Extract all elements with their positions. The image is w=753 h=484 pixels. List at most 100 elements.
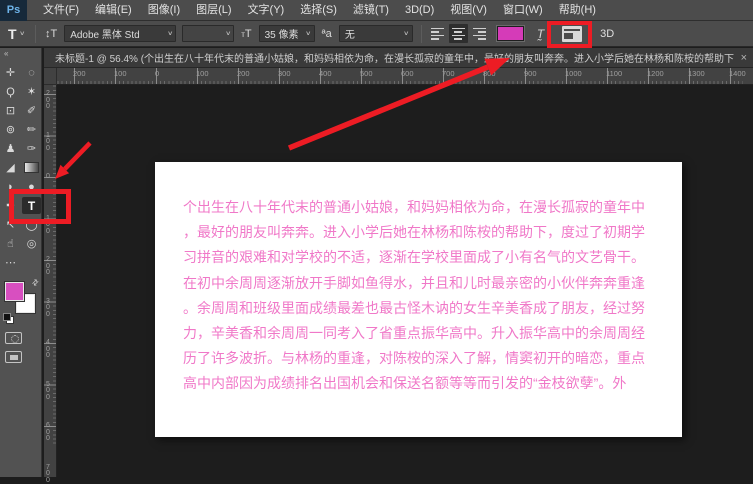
anti-alias-value: 无 (345, 26, 402, 41)
tool-pen[interactable]: ✒ (1, 197, 20, 214)
align-right-button[interactable] (470, 24, 489, 43)
tool-marquee[interactable]: ◌ (22, 64, 41, 81)
menubar-item-7[interactable]: 滤镜(T) (345, 0, 397, 21)
options-bar: T ∨ ↕T Adobe 黑体 Std ∨ ∨ тT 35 像素 ∨ ªa 无 … (0, 21, 753, 47)
foreground-color-swatch[interactable] (5, 282, 24, 301)
h-ruler-label: 100 (114, 69, 127, 78)
h-ruler-label: 1300 (688, 69, 705, 78)
font-size-icon: тT (241, 28, 251, 40)
font-size-value: 35 像素 (265, 26, 304, 41)
menubar-item-2[interactable]: 编辑(E) (87, 0, 140, 21)
menubar-item-5[interactable]: 文字(Y) (240, 0, 293, 21)
h-ruler-label: 300 (278, 69, 291, 78)
tool-crop[interactable]: ⊡ (1, 102, 20, 119)
tool-eraser[interactable]: ◢ (1, 159, 20, 176)
h-ruler-label: 500 (360, 69, 373, 78)
tool-dodge[interactable]: ● (22, 178, 41, 195)
tools-panel: « ✛◌Ϙ✶⊡✐⊚✏♟✑◢ ◗●✒T↖◯☝◎⋯ ⇄ (0, 48, 42, 477)
text-color-swatch[interactable] (497, 26, 524, 41)
tool-pencil[interactable]: ✏ (22, 121, 41, 138)
align-left-button[interactable] (428, 24, 447, 43)
type-tool-preset[interactable]: T ∨ (8, 26, 24, 42)
toolbar-bottom (0, 322, 41, 363)
h-ruler-label: 200 (73, 69, 86, 78)
close-tab-icon[interactable]: × (735, 52, 753, 64)
canvas-document[interactable]: 个出生在八十年代末的普通小姑娘，和妈妈相依为命，在漫长孤寂的童年中 ，最好的朋友… (155, 162, 682, 437)
menubar-item-1[interactable]: 文件(F) (35, 0, 87, 21)
3d-label: 3D (600, 28, 614, 40)
canvas-pasteboard[interactable]: 个出生在八十年代末的普通小姑娘，和妈妈相依为命，在漫长孤寂的童年中 ，最好的朋友… (58, 86, 753, 477)
v-ruler-label: 200 (46, 91, 53, 111)
v-ruler-label: 500 (46, 382, 53, 402)
h-ruler-label: 900 (524, 69, 537, 78)
h-ruler-label: 1100 (606, 69, 622, 78)
v-ruler-label: 400 (46, 340, 53, 360)
tool-spot-healing[interactable]: ⊚ (1, 121, 20, 138)
v-ruler-label: 200 (46, 257, 53, 277)
tool-hand[interactable]: ☝ (1, 235, 20, 252)
h-ruler-label: 400 (319, 69, 332, 78)
tool-magic-wand[interactable]: ✶ (22, 83, 41, 100)
menubar-item-11[interactable]: 帮助(H) (551, 0, 604, 21)
tool-shape-ellipse[interactable]: ◯ (22, 216, 41, 233)
warp-text-icon[interactable]: T̰ (537, 27, 544, 41)
v-ruler-label: 100 (46, 216, 53, 236)
tool-lasso[interactable]: Ϙ (1, 83, 20, 100)
toggle-character-paragraph-panels-icon[interactable] (562, 26, 582, 42)
tool-path-selection[interactable]: ↖ (1, 216, 20, 233)
h-ruler-label: 1200 (647, 69, 664, 78)
align-center-button[interactable] (449, 24, 468, 43)
tool-history-brush[interactable]: ✑ (22, 140, 41, 157)
tool-type[interactable]: T (22, 197, 41, 214)
font-size-select[interactable]: 35 像素 ∨ (259, 25, 315, 42)
photoshop-window: { "app": { "logo": "Ps", "menus": ["文件(F… (0, 0, 753, 477)
tool-eyedropper[interactable]: ✐ (22, 102, 41, 119)
text-layer[interactable]: 个出生在八十年代末的普通小姑娘，和妈妈相依为命，在漫长孤寂的童年中 ，最好的朋友… (183, 195, 660, 397)
divider (421, 25, 422, 43)
v-ruler-label: 300 (46, 299, 53, 319)
horizontal-ruler: 2001000100200300400500600700800900100011… (44, 68, 753, 85)
menubar-item-9[interactable]: 视图(V) (442, 0, 495, 21)
font-family-value: Adobe 黑体 Std (70, 26, 165, 41)
menu-bar: Ps 文件(F)编辑(E)图像(I)图层(L)文字(Y)选择(S)滤镜(T)3D… (0, 0, 753, 21)
tool-grid: ✛◌Ϙ✶⊡✐⊚✏♟✑◢ ◗●✒T↖◯☝◎⋯ (0, 58, 41, 272)
menubar-item-3[interactable]: 图像(I) (140, 0, 188, 21)
v-ruler-label: 0 (46, 174, 53, 181)
collapse-toolbar-icon[interactable]: « (0, 48, 41, 58)
default-colors-icon[interactable] (3, 313, 12, 322)
font-family-select[interactable]: Adobe 黑体 Std ∨ (64, 25, 176, 42)
text-orientation-icon[interactable]: ↕T (45, 28, 57, 40)
color-swatches: ⇄ (3, 280, 39, 322)
vertical-ruler: 2001000100200300400500600700 (44, 85, 57, 477)
h-ruler-label: 1400 (729, 69, 746, 78)
tool-move[interactable]: ✛ (1, 64, 20, 81)
tool-smudge[interactable]: ◗ (1, 178, 20, 195)
font-style-select[interactable]: ∨ (182, 25, 234, 42)
menubar-item-8[interactable]: 3D(D) (397, 0, 442, 21)
anti-alias-select[interactable]: 无 ∨ (339, 25, 413, 42)
divider (35, 25, 36, 43)
tool-zoom[interactable]: ◎ (22, 235, 41, 252)
type-tool-icon: T (8, 26, 17, 42)
screen-mode-icon[interactable] (5, 351, 22, 363)
swap-colors-icon[interactable]: ⇄ (30, 277, 41, 288)
h-ruler-label: 100 (196, 69, 209, 78)
menubar-items: 文件(F)编辑(E)图像(I)图层(L)文字(Y)选择(S)滤镜(T)3D(D)… (35, 0, 604, 21)
v-ruler-label: 100 (46, 133, 53, 153)
menubar-item-10[interactable]: 窗口(W) (495, 0, 551, 21)
h-ruler-label: 600 (401, 69, 414, 78)
tool-clone-stamp[interactable]: ♟ (1, 140, 20, 157)
menubar-item-4[interactable]: 图层(L) (188, 0, 239, 21)
quick-mask-icon[interactable] (5, 332, 22, 344)
chevron-down-icon: ∨ (19, 30, 25, 37)
h-ruler-label: 200 (237, 69, 250, 78)
menubar-item-6[interactable]: 选择(S) (292, 0, 345, 21)
h-ruler-label: 0 (155, 69, 159, 78)
document-tab[interactable]: 未标题-1 @ 56.4% (个出生在八十年代末的普通小姑娘，和妈妈相依为命，在… (44, 50, 735, 65)
chevron-down-icon: ∨ (225, 30, 231, 37)
tool-more-options[interactable]: ⋯ (1, 254, 20, 271)
photoshop-logo: Ps (0, 0, 27, 21)
tool-gradient[interactable] (22, 159, 41, 176)
chevron-down-icon: ∨ (404, 30, 410, 37)
chevron-down-icon: ∨ (167, 30, 173, 37)
